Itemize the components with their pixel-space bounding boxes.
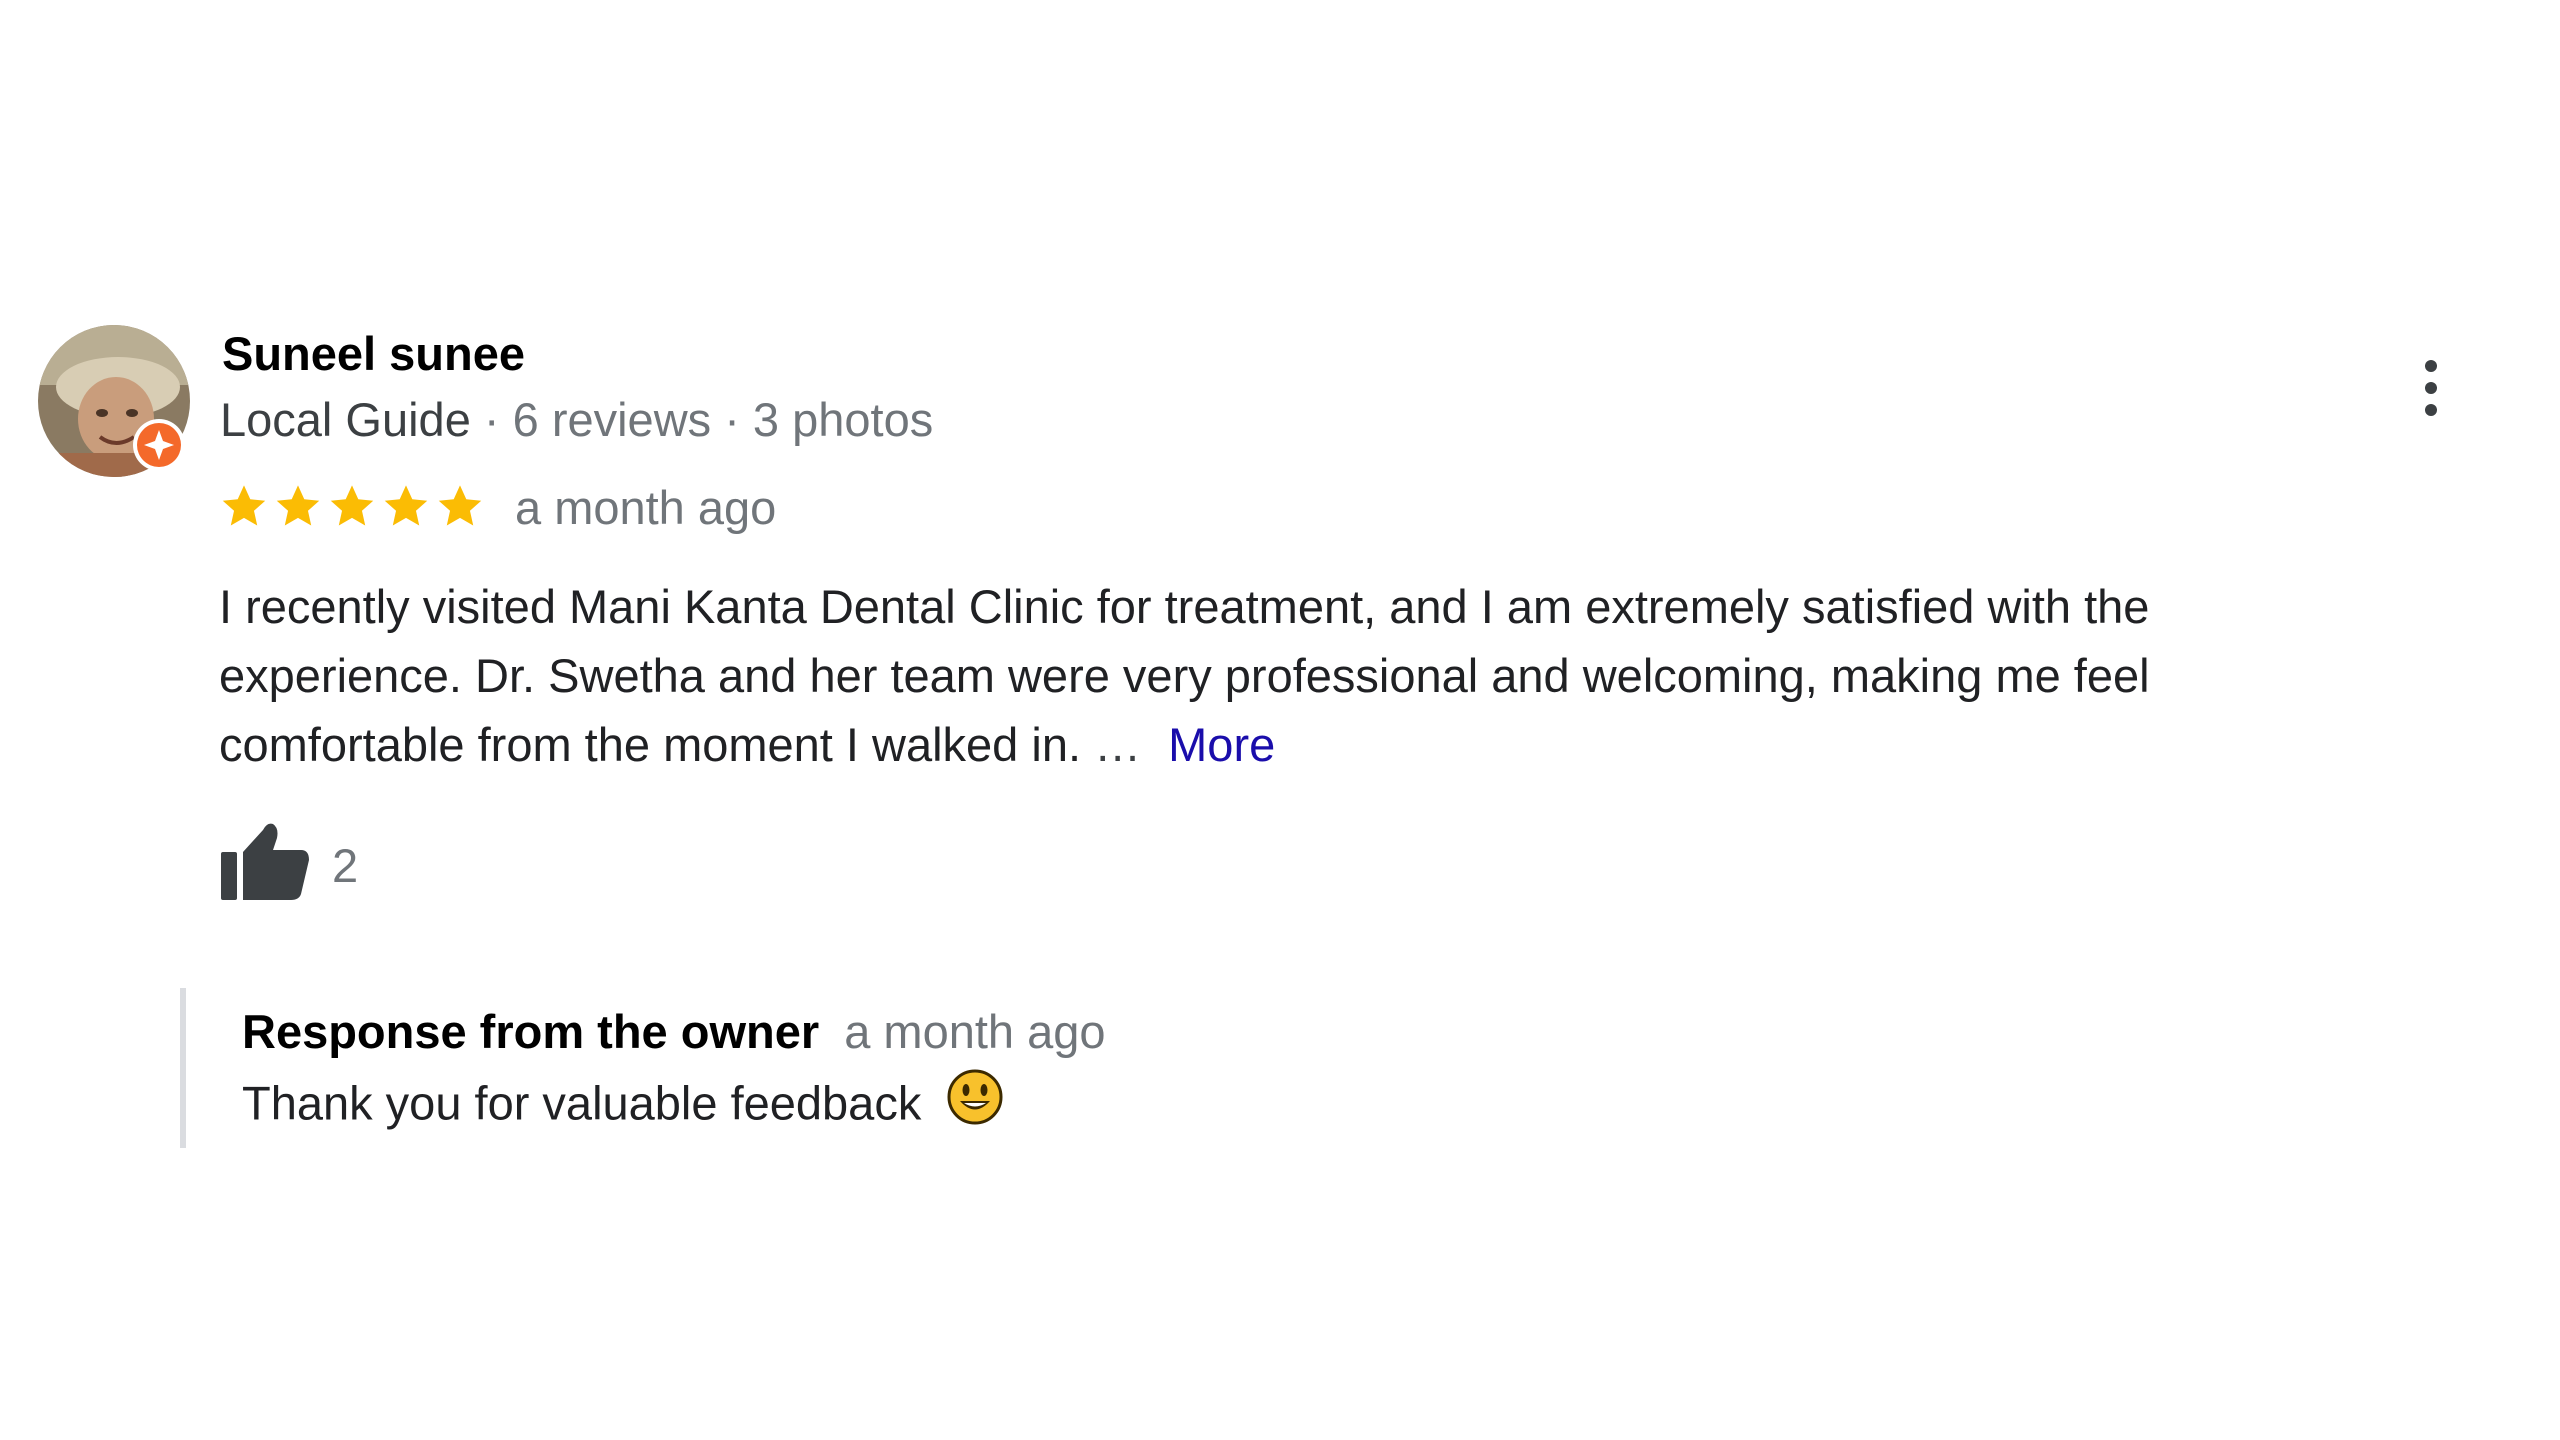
owner-response-body: Thank you for valuable feedback (242, 1076, 922, 1130)
review-time: a month ago (515, 481, 777, 534)
star-rating (218, 478, 486, 534)
reviewer-meta: Local Guide · 6 reviews · 3 photos (220, 392, 933, 448)
like-count: 2 (332, 839, 359, 892)
owner-response-text: Thank you for valuable feedback (242, 1069, 1004, 1142)
owner-response: Response from the owner a month ago Than… (180, 988, 1586, 1148)
review-text: I recently visited Mani Kanta Dental Cli… (219, 572, 2379, 779)
smiley-emoji-icon (946, 1068, 1004, 1138)
owner-response-label: Response from the owner (242, 1005, 820, 1058)
truncation-ellipsis: … (1094, 718, 1142, 771)
thumbs-up-icon (221, 823, 309, 900)
star-icon (384, 485, 428, 526)
meta-separator: · (483, 393, 500, 446)
meta-separator: · (724, 393, 740, 446)
local-guide-badge-icon (132, 418, 186, 472)
local-guide-label: Local Guide (220, 393, 471, 446)
review-card: Suneel sunee Local Guide · 6 reviews · 3… (0, 0, 2560, 1440)
star-icon (276, 485, 320, 526)
more-vertical-icon[interactable] (2412, 352, 2450, 424)
reviewer-name[interactable]: Suneel sunee (222, 326, 525, 382)
star-icon (330, 485, 374, 526)
star-icon (222, 485, 266, 526)
star-icon (438, 485, 482, 526)
more-link[interactable]: More (1168, 718, 1275, 771)
like-button[interactable] (219, 818, 311, 902)
owner-response-time: a month ago (844, 1005, 1106, 1058)
owner-response-header: Response from the owner a month ago (242, 1004, 1106, 1060)
photos-count: 3 photos (752, 393, 934, 446)
reviews-count: 6 reviews (512, 393, 712, 446)
